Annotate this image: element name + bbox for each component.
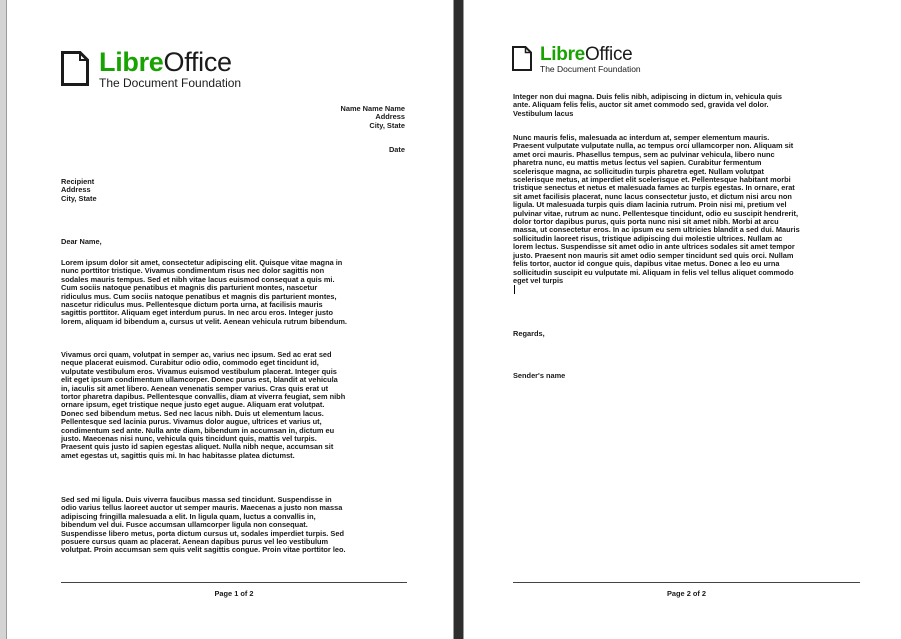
footer-divider — [61, 582, 407, 583]
logo-libre-text: Libre — [540, 44, 585, 65]
page-2[interactable]: LibreOffice The Document Foundation Inte… — [463, 0, 901, 639]
sender-city: City, State — [369, 120, 405, 130]
recipient-block: Recipient Address City, State — [61, 177, 97, 203]
page-1[interactable]: LibreOffice The Document Foundation Name… — [6, 0, 454, 639]
logo-office-text: Office — [163, 47, 233, 77]
libreoffice-logo: LibreOffice The Document Foundation — [61, 49, 241, 89]
sender-block: Name Name Name Address City, State — [341, 104, 406, 130]
body-paragraph-2: Vivamus orci quam, volutpat in semper ac… — [61, 350, 345, 460]
page-number: Page 1 of 2 — [214, 589, 254, 598]
logo-libre-text: Libre — [99, 47, 164, 77]
text-line: eget vel turpis — [513, 275, 800, 295]
text-line: volutpat. Proin accumsan sem quis velit … — [61, 545, 346, 555]
logo-office-text: Office — [584, 44, 633, 65]
text-cursor — [514, 285, 515, 295]
greeting: Dear Name, — [61, 237, 102, 246]
text-line: lorem, aliquam id bibendum a, cursus ut … — [61, 316, 347, 326]
document-icon — [61, 51, 89, 86]
footer-divider — [513, 582, 860, 583]
body-paragraph-5[interactable]: Nunc mauris felis, malesuada ac interdum… — [513, 133, 800, 295]
logo-tagline: The Document Foundation — [540, 64, 641, 74]
document-icon — [512, 46, 532, 71]
libreoffice-logo: LibreOffice The Document Foundation — [512, 45, 641, 74]
last-line-text: eget vel turpis — [513, 275, 564, 285]
body-paragraph-3: Sed sed mi ligula. Duis viverra faucibus… — [61, 495, 346, 555]
body-paragraph-1: Lorem ipsum dolor sit amet, consectetur … — [61, 258, 347, 326]
page-gap — [454, 0, 463, 639]
logo-tagline: The Document Foundation — [99, 76, 242, 90]
recipient-city: City, State — [61, 193, 97, 203]
text-line: amet egestas ut, sagittis quis mi. In ha… — [61, 450, 295, 460]
text-line: Vestibulum lacus — [513, 108, 574, 118]
page-number: Page 2 of 2 — [666, 589, 707, 598]
body-paragraph-4: Integer non dui magna. Duis felis nibh, … — [513, 92, 782, 118]
date-field: Date — [388, 145, 405, 154]
closing: Regards, — [513, 329, 545, 338]
signature: Sender's name — [513, 371, 566, 380]
